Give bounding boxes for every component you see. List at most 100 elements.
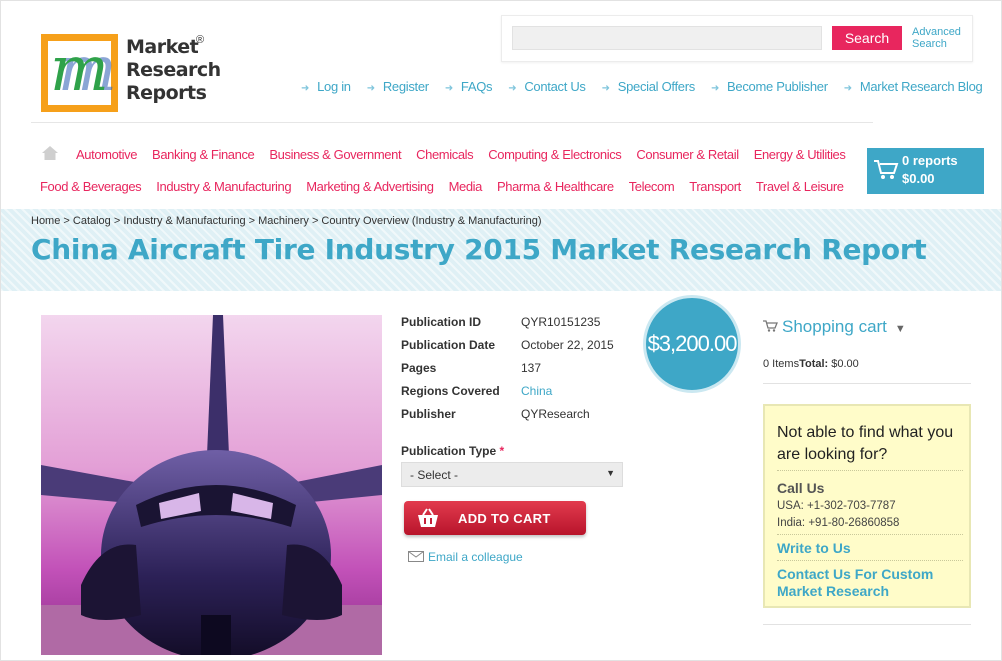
shopping-cart-summary: 0 ItemsTotal: $0.00 <box>763 358 859 370</box>
add-to-cart-button[interactable]: ADD TO CART <box>404 501 586 535</box>
category-business-government[interactable]: Business & Government <box>269 147 401 162</box>
nav-faqs[interactable]: ➜ FAQs <box>444 79 493 94</box>
arrow-icon: ➜ <box>601 83 610 94</box>
product-image <box>41 315 382 655</box>
arrow-icon: ➜ <box>301 83 310 94</box>
cart-total: $0.00 <box>902 171 935 186</box>
nav-label: Register <box>382 79 429 94</box>
phone-usa: USA: +1-302-703-7787 <box>777 500 896 512</box>
nav-label: Special Offers <box>617 79 696 94</box>
logo-registered-mark: ® <box>196 34 205 46</box>
basket-icon <box>418 508 438 527</box>
category-media[interactable]: Media <box>449 179 483 194</box>
select-value: - Select - <box>410 468 459 482</box>
publication-date-value: October 22, 2015 <box>521 338 614 352</box>
category-pharma-healthcare[interactable]: Pharma & Healthcare <box>497 179 614 194</box>
add-to-cart-label: ADD TO CART <box>458 511 551 526</box>
arrow-icon: ➜ <box>843 83 852 94</box>
arrow-icon: ➜ <box>366 83 375 94</box>
cart-count: 0 reports <box>902 153 958 168</box>
required-marker: * <box>499 444 505 458</box>
header-cart[interactable]: 0 reports $0.00 <box>867 148 984 194</box>
category-row-2: Food & Beverages Industry & Manufacturin… <box>40 179 844 194</box>
title-banner: Home > Catalog > Industry & Manufacturin… <box>1 209 1001 291</box>
nav-market-research-blog[interactable]: ➜ Market Research Blog <box>844 79 983 94</box>
category-energy-utilities[interactable]: Energy & Utilities <box>754 147 846 162</box>
cart-items-count: 0 Items <box>763 358 800 370</box>
category-industry-manufacturing[interactable]: Industry & Manufacturing <box>156 179 291 194</box>
search-input[interactable] <box>512 26 822 50</box>
cart-total-value: $0.00 <box>831 358 859 370</box>
nav-special-offers[interactable]: ➜ Special Offers <box>601 79 696 94</box>
custom-research-line-1: Contact Us For Custom <box>777 566 934 582</box>
envelope-icon <box>408 551 424 562</box>
logo-line-3: Reports <box>126 82 207 104</box>
advanced-search-line-2: Search <box>912 38 947 50</box>
breadcrumb[interactable]: Home > Catalog > Industry & Manufacturin… <box>31 215 542 227</box>
custom-research-link[interactable]: Contact Us For Custom Market Research <box>777 566 933 600</box>
nav-contact-us[interactable]: ➜ Contact Us <box>508 79 586 94</box>
header-divider <box>31 122 873 123</box>
category-banking-finance[interactable]: Banking & Finance <box>152 147 255 162</box>
nav-become-publisher[interactable]: ➜ Become Publisher <box>711 79 828 94</box>
info-label: Publisher <box>401 407 456 421</box>
cart-total-label: Total: <box>799 358 829 370</box>
nav-label: Market Research Blog <box>859 79 983 94</box>
category-computing-electronics[interactable]: Computing & Electronics <box>488 147 622 162</box>
nav-label: FAQs <box>460 79 493 94</box>
info-label: Publication Date <box>401 338 496 352</box>
help-separator <box>777 470 963 471</box>
logo-line-1: Market <box>126 36 199 58</box>
publication-type-select[interactable]: - Select - ▼ <box>401 462 623 487</box>
region-link-china[interactable]: China <box>521 384 552 398</box>
search-bar: Search Advanced Search <box>501 15 973 62</box>
logo-wordmark: Market Research Reports <box>126 36 221 105</box>
category-row-1: Automotive Banking & Finance Business & … <box>76 147 846 162</box>
logo-line-2: Research <box>126 59 221 81</box>
shopping-cart-title: Shopping cart <box>782 317 887 336</box>
site-logo[interactable]: m m Market Research Reports ® <box>41 34 221 114</box>
advanced-search-link[interactable]: Advanced Search <box>912 26 961 50</box>
nav-log-in[interactable]: ➜ Log in <box>301 79 351 94</box>
category-food-beverages[interactable]: Food & Beverages <box>40 179 142 194</box>
category-marketing-advertising[interactable]: Marketing & Advertising <box>306 179 434 194</box>
search-button[interactable]: Search <box>832 26 902 50</box>
home-icon[interactable] <box>41 145 59 161</box>
category-consumer-retail[interactable]: Consumer & Retail <box>636 147 739 162</box>
email-colleague-label: Email a colleague <box>428 550 523 564</box>
nav-label: Contact Us <box>524 79 586 94</box>
cart-icon <box>874 160 899 179</box>
arrow-icon: ➜ <box>508 83 517 94</box>
publication-type-text: Publication Type <box>401 444 497 458</box>
publication-id-value: QYR10151235 <box>521 315 601 329</box>
category-travel-leisure[interactable]: Travel & Leisure <box>756 179 844 194</box>
nav-register[interactable]: ➜ Register <box>367 79 429 94</box>
nav-label: Become Publisher <box>727 79 828 94</box>
logo-mark: m m <box>41 34 118 112</box>
call-us-heading: Call Us <box>777 480 825 496</box>
publication-type-label: Publication Type * <box>401 444 504 458</box>
write-to-us-link[interactable]: Write to Us <box>777 540 851 556</box>
arrow-icon: ➜ <box>710 83 720 94</box>
info-label: Pages <box>401 361 437 375</box>
help-separator <box>777 560 963 561</box>
info-label: Publication ID <box>401 315 482 329</box>
category-transport[interactable]: Transport <box>689 179 741 194</box>
category-telecom[interactable]: Telecom <box>629 179 675 194</box>
price-badge: $3,200.00 <box>643 295 741 393</box>
pages-value: 137 <box>521 361 542 375</box>
page-title: China Aircraft Tire Industry 2015 Market… <box>31 233 927 266</box>
category-automotive[interactable]: Automotive <box>76 147 137 162</box>
phone-india: India: +91-80-26860858 <box>777 517 900 529</box>
custom-research-line-2: Market Research <box>777 583 890 599</box>
help-box: Not able to find what you are looking fo… <box>763 404 971 608</box>
aircraft-image <box>41 315 382 655</box>
chevron-down-icon: ▼ <box>894 323 906 335</box>
arrow-icon: ➜ <box>444 83 453 94</box>
sidebar-divider <box>763 624 971 625</box>
publisher-value: QYResearch <box>521 407 590 421</box>
help-question: Not able to find what you are looking fo… <box>777 424 954 463</box>
category-chemicals[interactable]: Chemicals <box>416 147 473 162</box>
shopping-cart-toggle[interactable]: Shopping cart ▼ <box>763 317 906 337</box>
info-label: Regions Covered <box>401 384 500 398</box>
